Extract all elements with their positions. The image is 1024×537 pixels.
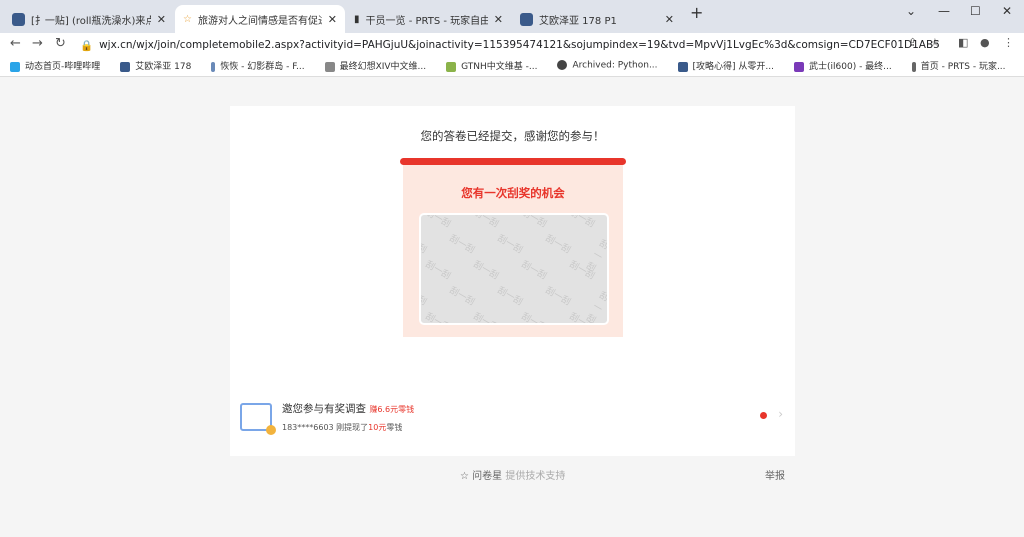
close-icon[interactable]: ✕	[665, 13, 674, 26]
scratch-watermark: 刮一刮	[608, 213, 609, 250]
completion-card: 您的答卷已经提交，感谢您的参与！ 您有一次刮奖的机会 刮一刮 刮一刮 刮一刮 刮一刮刮…	[230, 106, 795, 456]
tab-bar: [扌一贴] (roll瓶洗澡水)来点光尿✕ ☆旅游对人之间情感是否有促进作用✕ …	[0, 0, 1024, 33]
close-icon[interactable]: ✕	[494, 13, 503, 26]
reload-button[interactable]: ↻	[55, 36, 66, 51]
submit-message: 您的答卷已经提交，感谢您的参与！	[420, 129, 605, 143]
scratch-watermark: 刮一刮	[495, 285, 524, 308]
bookmark[interactable]: GTNH中文维基 -...	[446, 59, 537, 72]
scratch-watermark: 刮一刮	[495, 233, 524, 256]
favicon-icon	[12, 12, 25, 26]
scratch-area[interactable]: 刮一刮 刮一刮 刮一刮 刮一刮 刮一刮 刮一刮 刮一刮 刮一刮 刮一刮 刮一刮 刮一刮 刮一刮 刮一刮刮…	[419, 213, 609, 325]
scratch-card: 您有一次刮奖的机会 刮一刮 刮一刮 刮一刮 刮一刮 刮一刮 刮一刮 刮一刮 刮一刮 刮一刮 刮一刮…	[400, 158, 626, 338]
scratch-watermark: 刮一刮	[567, 213, 596, 230]
scratch-watermark: 刮一刮	[471, 259, 500, 282]
menu-icon[interactable]: ⋮	[1003, 36, 1014, 49]
scratch-watermark: 刮一刮	[447, 233, 476, 256]
lock-icon: 🔒	[80, 39, 94, 52]
scratch-watermark: 刮一刮	[543, 285, 572, 308]
profile-icon[interactable]: ●	[980, 36, 990, 49]
bookmark[interactable]: 武士(il600) - 最终...	[794, 59, 892, 72]
favicon-icon	[520, 12, 533, 26]
favicon-icon: ▮	[354, 13, 360, 25]
star-icon: ☆	[183, 13, 192, 25]
tab[interactable]: 艾欧泽亚 178 P1 ✕	[512, 5, 682, 33]
chevron-right-icon[interactable]: ›	[778, 407, 783, 421]
address-bar-row: ← → ↻ 🔒 wjx.cn/wjx/join/completemobile2.a…	[0, 33, 1024, 55]
scratch-watermark: 刮一刮	[419, 285, 428, 308]
share-icon[interactable]: ⇪	[908, 36, 917, 49]
bookmark[interactable]: 恢恢 - 幻影群岛 - F...	[211, 59, 305, 72]
forward-button[interactable]: →	[32, 36, 43, 51]
scratch-watermark: 刮一刮	[471, 213, 500, 230]
scratch-title: 您有一次刮奖的机会	[461, 186, 565, 200]
close-icon[interactable]: ✕	[328, 13, 337, 26]
url-input[interactable]: 🔒 wjx.cn/wjx/join/completemobile2.aspx?ac…	[80, 35, 940, 55]
tab[interactable]: ▮干员一览 - PRTS - 玩家自由构筑✕	[346, 5, 511, 33]
scratch-watermark: 刮一刮	[543, 233, 572, 256]
scratch-watermark: 刮一刮	[519, 311, 548, 325]
new-tab-button[interactable]: +	[690, 3, 703, 22]
close-window-button[interactable]: ✕	[1002, 4, 1012, 18]
bookmark[interactable]: Archived: Python...	[557, 60, 658, 71]
bookmark[interactable]: [攻略心得] 从零开...	[677, 59, 774, 72]
scratch-watermark: 刮一刮	[519, 213, 548, 230]
scratch-watermark: 刮一刮	[423, 311, 452, 325]
close-icon[interactable]: ✕	[157, 13, 166, 26]
scratch-watermark: 刮一刮	[608, 315, 609, 325]
minimize-button[interactable]: —	[938, 4, 950, 18]
bookmark[interactable]: 最终幻想XIV中文维...	[324, 59, 426, 72]
sidebar-icon[interactable]: ◧	[958, 36, 968, 49]
bookmark[interactable]: 动态首页-哔哩哔哩	[10, 59, 100, 72]
scratch-watermark: 刮一刮	[447, 285, 476, 308]
bookmark-star-icon[interactable]: ☆	[930, 36, 940, 49]
survey-document-icon	[240, 403, 276, 435]
footer: ☆ 问卷星 提供技术支持 举报	[230, 456, 795, 491]
maximize-button[interactable]: ☐	[970, 4, 981, 18]
scratch-watermark: 刮一刮	[519, 259, 548, 282]
scratch-watermark: 刮一刮	[423, 259, 452, 282]
bookmarks-bar: 动态首页-哔哩哔哩 艾欧泽亚 178 恢恢 - 幻影群岛 - F... 最终幻想…	[0, 55, 1024, 77]
scratch-watermark: 刮一刮	[608, 263, 609, 301]
back-button[interactable]: ←	[10, 36, 21, 51]
bookmark[interactable]: 艾欧泽亚 178	[120, 59, 191, 72]
scratch-watermark: 刮一刮	[471, 311, 500, 325]
brand-link[interactable]: 问卷星	[472, 471, 502, 482]
chevron-down-icon[interactable]: ⌄	[906, 4, 916, 18]
tab[interactable]: [扌一贴] (roll瓶洗澡水)来点光尿✕	[4, 5, 174, 33]
scratch-watermark: 刮一刮	[419, 233, 428, 256]
report-link[interactable]: 举报	[765, 467, 785, 482]
promo-survey[interactable]: 邀您参与有奖调查 赚6.6元零钱 183****6603 刚提现了10元零钱	[240, 401, 414, 435]
scratch-watermark: 刮一刮	[423, 213, 452, 230]
star-icon: ☆	[460, 471, 469, 482]
notification-dot	[760, 412, 767, 419]
bookmark[interactable]: 首页 - PRTS - 玩家...	[911, 59, 1006, 72]
tab-active[interactable]: ☆旅游对人之间情感是否有促进作用✕	[175, 5, 345, 33]
